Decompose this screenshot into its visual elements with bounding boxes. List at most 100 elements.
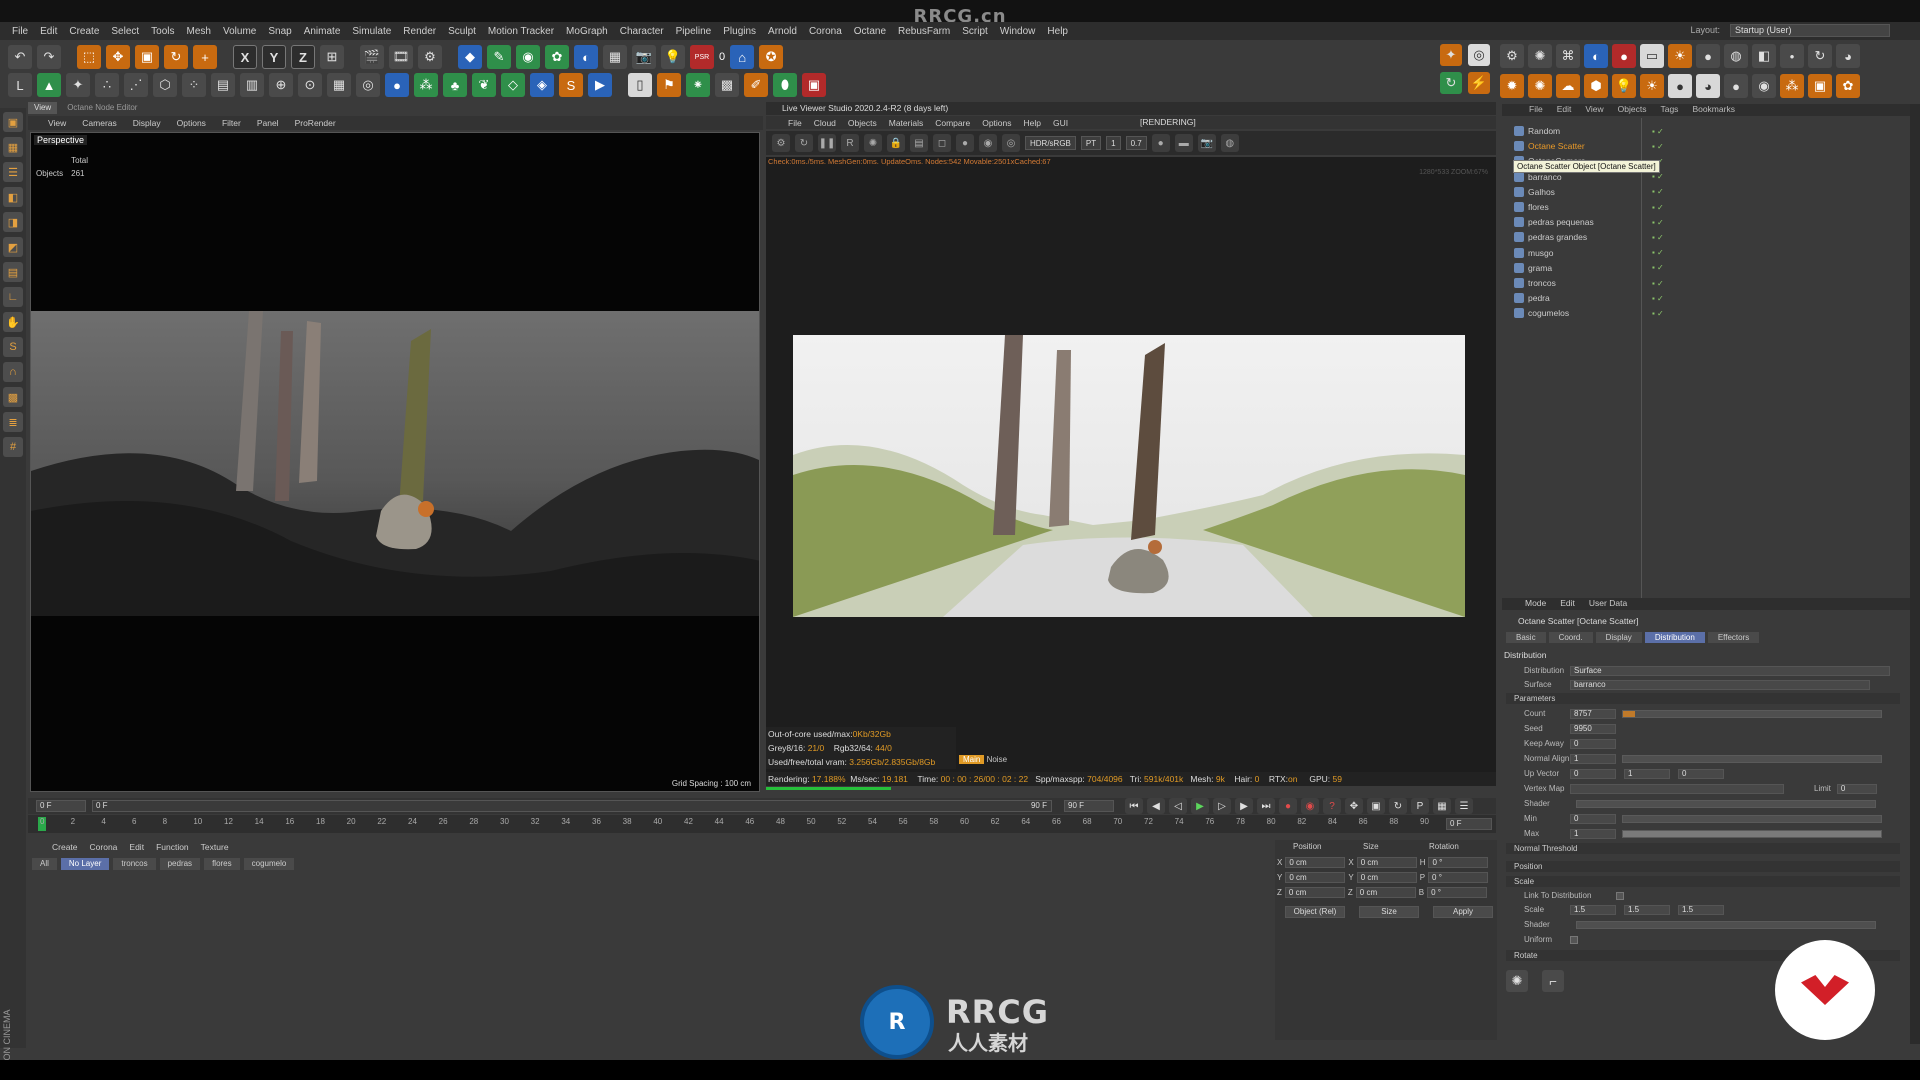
am-menu-user-data[interactable]: User Data — [1582, 598, 1634, 610]
manager-menu-function[interactable]: Function — [150, 842, 195, 854]
frame-view-icon[interactable]: ◻ — [933, 134, 951, 152]
polygons-mode-icon[interactable]: ⬡ — [153, 73, 177, 97]
render-picture-viewer-icon[interactable]: 🎞 — [389, 45, 413, 69]
om-menu-bookmarks[interactable]: Bookmarks — [1685, 104, 1742, 116]
object-row[interactable]: musgo ▪ ✓ — [1508, 246, 1902, 260]
perspective-viewport[interactable]: Perspective Total Objects 261 Grid Spacin… — [30, 132, 760, 792]
edges-mode-icon[interactable]: ⋰ — [124, 73, 148, 97]
object-row[interactable]: cogumelos ▪ ✓ — [1508, 306, 1902, 320]
move-icon[interactable]: ✥ — [106, 45, 130, 69]
points-mode-icon[interactable]: ∴ — [95, 73, 119, 97]
angle-icon[interactable]: ∟ — [3, 287, 23, 307]
box3-icon[interactable]: ◩ — [3, 237, 23, 257]
octane-sphere2-icon[interactable]: ◍ — [1724, 44, 1748, 68]
octane-split-icon[interactable]: ◧ — [1752, 44, 1776, 68]
object-row[interactable]: Octane Scatter ▪ ✓ — [1508, 139, 1902, 153]
position-group[interactable]: Position — [1506, 861, 1900, 872]
current-frame-field[interactable]: 0 F — [1446, 818, 1492, 830]
timeline-ruler[interactable]: 0 F 0 2 4 6 8 10 12 14 16 18 20 22 24 26 28 30 32 34 36 38 4… — [28, 815, 1496, 833]
snapshot-icon[interactable]: 📷 — [1197, 134, 1216, 152]
cube-icon[interactable]: ◆ — [458, 45, 482, 69]
tab-effectors[interactable]: Effectors — [1707, 632, 1760, 643]
record-icon[interactable]: ● — [1279, 798, 1297, 814]
frame-icon[interactable]: ▣ — [802, 73, 826, 97]
rotate-key-icon[interactable]: ↻ — [1389, 798, 1407, 814]
menu-render[interactable]: Render — [397, 26, 442, 37]
menu-volume[interactable]: Volume — [217, 26, 262, 37]
save-icon[interactable]: ▤ — [910, 134, 928, 152]
tab-octane-node-editor[interactable]: Octane Node Editor — [61, 102, 144, 114]
tab-distribution[interactable]: Distribution — [1644, 632, 1705, 643]
octane-network-icon[interactable]: ⌘ — [1556, 44, 1580, 68]
clay-icon[interactable]: ● — [1151, 134, 1170, 152]
lv-menu-help[interactable]: Help — [1018, 118, 1047, 128]
next-frame-icon[interactable]: ▷ — [1213, 798, 1231, 814]
viewport-menu-panel[interactable]: Panel — [249, 118, 287, 128]
kernel-select[interactable]: PT — [1080, 136, 1102, 150]
scale-y-field[interactable]: 1.5 — [1624, 904, 1670, 915]
object-row[interactable]: pedras grandes ▪ ✓ — [1508, 230, 1902, 244]
object-row[interactable]: pedras pequenas ▪ ✓ — [1508, 215, 1902, 229]
lock-icon[interactable]: ▥ — [240, 73, 264, 97]
grid2-icon[interactable]: ▩ — [715, 73, 739, 97]
uv-mode-icon[interactable]: ⁘ — [182, 73, 206, 97]
menu-motion-tracker[interactable]: Motion Tracker — [482, 26, 560, 37]
visibility-check-icon[interactable]: ▪ ✓ — [1652, 218, 1664, 227]
layer-tab-flores[interactable]: flores — [204, 858, 240, 870]
floor-icon[interactable]: ▦ — [603, 45, 627, 69]
octane-orb-icon[interactable]: ◕ — [1836, 44, 1860, 68]
x-axis-button[interactable]: X — [233, 45, 257, 69]
pen-icon[interactable]: ✎ — [487, 45, 511, 69]
move-key-icon[interactable]: ✥ — [1345, 798, 1363, 814]
material-node-icon[interactable]: ⁂ — [1780, 74, 1804, 98]
viewport-menu-view[interactable]: View — [40, 118, 74, 128]
material-white-icon[interactable]: ● — [1668, 74, 1692, 98]
prev-key-icon[interactable]: ◀ — [1147, 798, 1165, 814]
max-field[interactable]: 1 — [1570, 828, 1616, 839]
up-x-field[interactable]: 0 — [1570, 768, 1616, 779]
play-icon[interactable]: ▶ — [1191, 798, 1209, 814]
viewport-menu-prorender[interactable]: ProRender — [287, 118, 344, 128]
material-pick-icon[interactable]: ◎ — [1002, 134, 1020, 152]
menu-character[interactable]: Character — [614, 26, 670, 37]
redo-icon[interactable]: ↷ — [37, 45, 61, 69]
add-icon[interactable]: + — [193, 45, 217, 69]
sky-icon[interactable]: ◈ — [530, 73, 554, 97]
layers-icon[interactable]: ☰ — [3, 162, 23, 182]
min-slider[interactable] — [1622, 814, 1882, 823]
tab-display[interactable]: Display — [1595, 632, 1642, 643]
visibility-check-icon[interactable]: ▪ ✓ — [1652, 172, 1664, 181]
menu-pipeline[interactable]: Pipeline — [670, 26, 718, 37]
doc-icon[interactable]: ▤ — [3, 262, 23, 282]
manager-menu-edit[interactable]: Edit — [123, 842, 150, 854]
region-icon[interactable]: R — [841, 134, 859, 152]
render-settings-icon[interactable]: ⚙ — [418, 45, 442, 69]
manager-menu-create[interactable]: Create — [46, 842, 84, 854]
menu-select[interactable]: Select — [105, 26, 145, 37]
visibility-check-icon[interactable]: ▪ ✓ — [1652, 263, 1664, 272]
material-layer-icon[interactable]: ✿ — [1836, 74, 1860, 98]
visibility-check-icon[interactable]: ▪ ✓ — [1652, 142, 1664, 151]
menu-sculpt[interactable]: Sculpt — [442, 26, 482, 37]
size-field[interactable]: 0 cm — [1356, 871, 1417, 883]
refresh-icon[interactable]: ↻ — [1440, 72, 1462, 94]
octane-help-icon[interactable]: ✺ — [1506, 970, 1528, 992]
z-axis-button[interactable]: Z — [291, 45, 315, 69]
timeline-menu-icon[interactable]: ☰ — [1455, 798, 1473, 814]
menu-plugins[interactable]: Plugins — [717, 26, 762, 37]
menu-edit[interactable]: Edit — [34, 26, 63, 37]
value-field-1[interactable]: 1 — [1106, 136, 1121, 150]
layer-tab-pedras[interactable]: pedras — [159, 858, 201, 870]
plane-icon[interactable]: ◇ — [501, 73, 525, 97]
viewport-menu-options[interactable]: Options — [169, 118, 214, 128]
box-icon[interactable]: ◧ — [3, 187, 23, 207]
layout-select[interactable]: Startup (User) — [1730, 24, 1890, 37]
bolt-icon[interactable]: ⚡ — [1468, 72, 1490, 94]
plugin-icon[interactable]: ✪ — [759, 45, 784, 69]
undo-icon[interactable]: ↶ — [8, 45, 32, 69]
om-menu-tags[interactable]: Tags — [1653, 104, 1685, 116]
viewport-camera-label[interactable]: Perspective — [34, 135, 88, 145]
checker-icon[interactable]: ▦ — [3, 137, 23, 157]
layer-tab-all[interactable]: All — [32, 858, 57, 870]
cloner-icon[interactable]: ✿ — [545, 45, 569, 69]
